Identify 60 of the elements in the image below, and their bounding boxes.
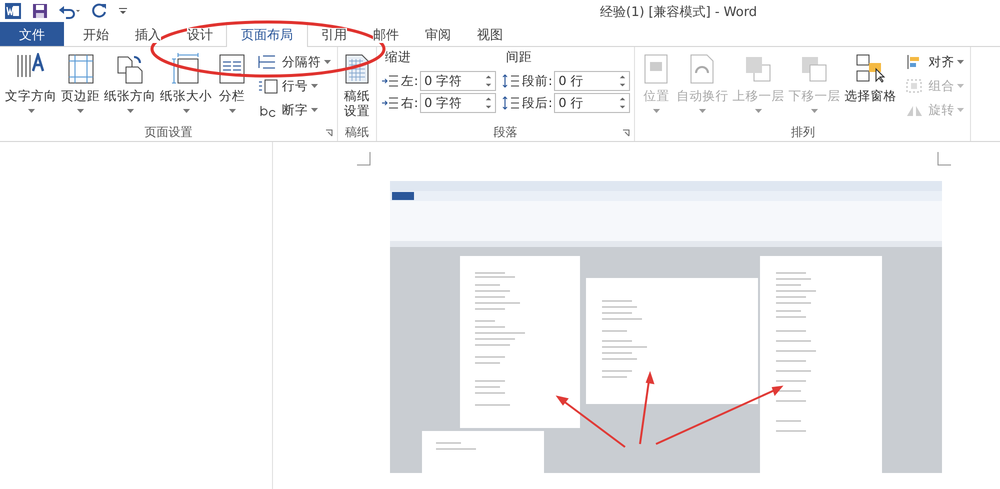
ribbon-button[interactable]: 稿纸设置 [342, 51, 372, 120]
dialog-launcher-icon[interactable] [325, 129, 333, 137]
ribbon-small-button[interactable]: 分隔符 [255, 51, 333, 73]
caret-icon [28, 109, 34, 113]
section-label: 缩进 [384, 49, 412, 66]
caret-icon [228, 109, 236, 113]
indent-icon [381, 74, 399, 88]
ribbon-tab[interactable]: 设计 [174, 22, 226, 46]
caret-icon [324, 60, 331, 64]
ribbon-button[interactable]: 选择窗格 [843, 51, 898, 107]
ribbon-small-button[interactable]: 行号 [255, 75, 333, 97]
selection-pane-icon [854, 53, 886, 85]
ribbon-button[interactable]: 页边距 [60, 51, 101, 115]
ribbon-tab[interactable]: 视图 [464, 22, 516, 46]
caret-icon [957, 84, 964, 88]
caret-icon [698, 109, 706, 113]
ribbon-button[interactable]: 文字方向 [4, 51, 58, 115]
caret-icon [77, 109, 84, 113]
line-numbers-icon [257, 78, 279, 94]
ribbon-tab[interactable]: 邮件 [360, 22, 412, 46]
caret-icon [957, 108, 964, 112]
section-label: 间距 [505, 49, 534, 66]
ribbon-tab[interactable]: 开始 [70, 22, 122, 46]
ribbon-tab[interactable]: 页面布局 [226, 22, 308, 47]
caret-icon [810, 109, 818, 113]
window-title: 经验(1) [兼容模式] - Word [600, 4, 758, 21]
ribbon-tab[interactable]: 插入 [122, 22, 174, 46]
redo-icon[interactable] [92, 3, 108, 19]
ribbon-small-button[interactable]: 对齐 [903, 51, 966, 73]
ribbon-tab[interactable]: 审阅 [412, 22, 464, 46]
ribbon-button[interactable]: 纸张方向 [103, 51, 157, 115]
field-label: 段前: [522, 72, 552, 90]
caret-icon [754, 109, 762, 113]
indent-icon [381, 96, 399, 110]
ribbon-button[interactable]: 纸张大小 [159, 51, 213, 115]
ribbon-tab[interactable]: 引用 [308, 22, 360, 46]
spacing-icon [502, 96, 520, 110]
customize-toolbar-icon[interactable] [118, 5, 128, 17]
group-label: 稿纸 [345, 124, 369, 140]
crop-mark-icon [357, 152, 371, 166]
crop-mark-icon [937, 152, 951, 166]
field-label: 左: [401, 72, 418, 90]
save-icon[interactable] [32, 3, 48, 19]
group-label: 段落 [494, 124, 518, 140]
ribbon-tab[interactable]: 文件 [0, 22, 64, 46]
ribbon-button[interactable]: 分栏 [215, 51, 249, 115]
spacing-icon [502, 74, 520, 88]
caret-icon [311, 84, 318, 88]
undo-icon[interactable] [58, 3, 82, 19]
dialog-launcher-icon[interactable] [622, 129, 630, 137]
caret-icon [126, 109, 134, 113]
field-label: 段后: [522, 94, 552, 112]
caret-icon [182, 109, 190, 113]
caret-icon [311, 108, 318, 112]
caret-icon [957, 60, 964, 64]
group-label: 排列 [790, 124, 815, 140]
group-label: 页面设置 [144, 124, 192, 140]
ribbon-small-button[interactable]: 断字 [255, 99, 333, 121]
caret-icon [652, 109, 660, 113]
field-label: 右: [401, 94, 418, 112]
